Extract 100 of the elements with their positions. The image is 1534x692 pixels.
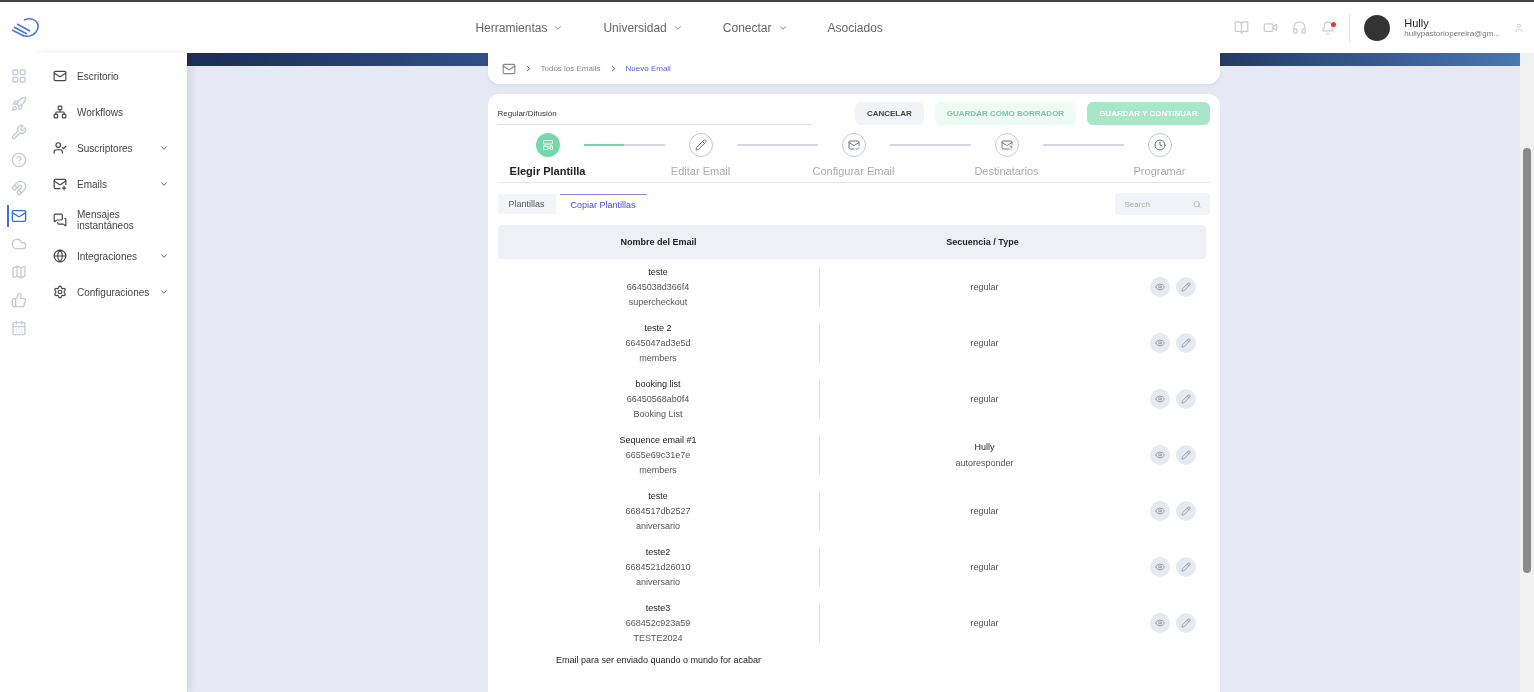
sidebar-label: Escritorio [77,70,120,82]
nav-link[interactable]: Asociados [827,20,883,35]
step-label: Editar Email [670,165,731,177]
book-icon[interactable] [1234,20,1250,35]
notification-icon[interactable] [1321,20,1336,35]
step-label: Elegir Plantilla [509,165,586,177]
preview-button[interactable] [1149,389,1170,409]
email-name: teste 2 [644,323,672,333]
user-email: hullypastoriopereira@gm... [1404,29,1500,38]
breadcrumb-link[interactable]: Nuevo Email [625,64,671,73]
nav-link[interactable]: Conectar [722,20,788,35]
edit-button[interactable] [1175,501,1196,521]
email-name: Sequence email #1 [619,435,697,445]
edit-button[interactable] [1175,445,1196,465]
email-name: teste [648,491,668,501]
eye-icon [1154,562,1165,572]
pencil-icon [1180,506,1191,516]
search-field[interactable]: Search [1114,193,1210,215]
sidebar-label: Workflows [77,106,124,118]
sidebar-item[interactable]: Mensajes instantáneos [35,209,187,231]
search-input[interactable]: Search [1122,198,1194,210]
eye-icon [1154,618,1165,628]
email-name: Email para ser enviado quando o mundo for acabar [555,655,762,665]
email-id: 668452c923a59 [625,618,691,628]
email-type: regular [970,338,999,348]
nav-link[interactable]: Herramientas [475,20,564,35]
sidebar-label: Integraciones [77,250,139,262]
step-indicator[interactable] [994,133,1019,157]
preview-button[interactable] [1149,333,1170,353]
tab[interactable]: Plantillas [497,194,556,214]
breadcrumb-link[interactable]: Todos los Emails [540,64,601,73]
sidebar-item[interactable]: Escritorio [35,65,187,87]
hierarchy-icon [53,105,67,119]
preview-button[interactable] [1149,613,1170,633]
sidebar-item[interactable]: Emails [35,173,187,195]
email-type: autoresponder [955,458,1014,468]
email-type: regular [970,282,999,292]
email-id: 6684517db2527 [625,506,691,516]
preview-button[interactable] [1149,277,1170,297]
eye-icon [1154,394,1165,404]
sidebar-label: Emails [77,178,108,190]
headset-icon[interactable] [1292,20,1308,35]
avatar[interactable] [1364,14,1391,41]
mail-icon [53,177,67,191]
eye-icon [1154,450,1165,460]
video-icon[interactable] [1263,20,1279,35]
email-type: regular [970,506,999,516]
email-type: regular [970,562,999,572]
sidebar-item[interactable]: Configuraciones [35,281,187,303]
pencil-icon [1180,618,1191,628]
sidebar-item[interactable]: Integraciones [35,245,187,267]
sidebar-label: Mensajes instantáneos [77,209,135,231]
edit-button[interactable] [1175,333,1196,353]
user-check-icon [53,141,67,155]
preview-button[interactable] [1149,445,1170,465]
user-icon[interactable] [1514,22,1524,33]
preview-button[interactable] [1149,557,1170,577]
user-name: Hully [1404,17,1430,29]
sidebar-item[interactable]: Suscriptores [35,137,187,159]
action-button[interactable]: CANCELAR [854,102,924,125]
pencil-icon [1180,562,1191,572]
mail-icon [501,61,516,76]
scrollbar[interactable] [1520,53,1534,692]
edit-button[interactable] [1175,557,1196,577]
eye-icon [1154,338,1165,348]
step-label: Programar [1133,165,1186,177]
settings-icon [53,285,67,299]
step-indicator[interactable] [1147,133,1172,157]
step-indicator[interactable] [841,133,866,157]
preview-button[interactable] [1149,501,1170,521]
edit-button[interactable] [1175,613,1196,633]
edit-button[interactable] [1175,277,1196,297]
edit-button[interactable] [1175,389,1196,409]
column-header: Nombre del Email [619,237,698,247]
step-indicator[interactable] [688,133,713,157]
nav-link[interactable]: Universidad [603,20,683,35]
column-header: Secuencia / Type [945,237,1020,247]
pencil-icon [1180,282,1191,292]
sidebar-item[interactable]: Workflows [35,101,187,123]
email-category: Booking List [633,409,683,419]
sequence-name: Hully [974,442,995,452]
email-id: 6645047ad3e5d [625,338,691,348]
step-label: Destinatarios [974,165,1039,177]
email-category: aniversario [636,521,680,531]
email-type: regular [970,618,999,628]
chat-icon [53,213,67,227]
email-category: members [639,353,677,363]
pencil-icon [1180,394,1191,404]
mail-icon[interactable] [6,205,29,227]
mail-icon [53,69,67,83]
globe-icon [53,249,67,263]
email-name: booking list [635,379,681,389]
email-name: teste [648,267,668,277]
email-type: regular [970,394,999,404]
step-indicator[interactable] [535,133,560,157]
email-category: supercheckout [628,297,688,307]
email-id: 6684521d26010 [625,562,691,572]
email-name: teste2 [645,547,671,557]
email-category: aniversario [636,577,680,587]
eye-icon [1154,282,1165,292]
